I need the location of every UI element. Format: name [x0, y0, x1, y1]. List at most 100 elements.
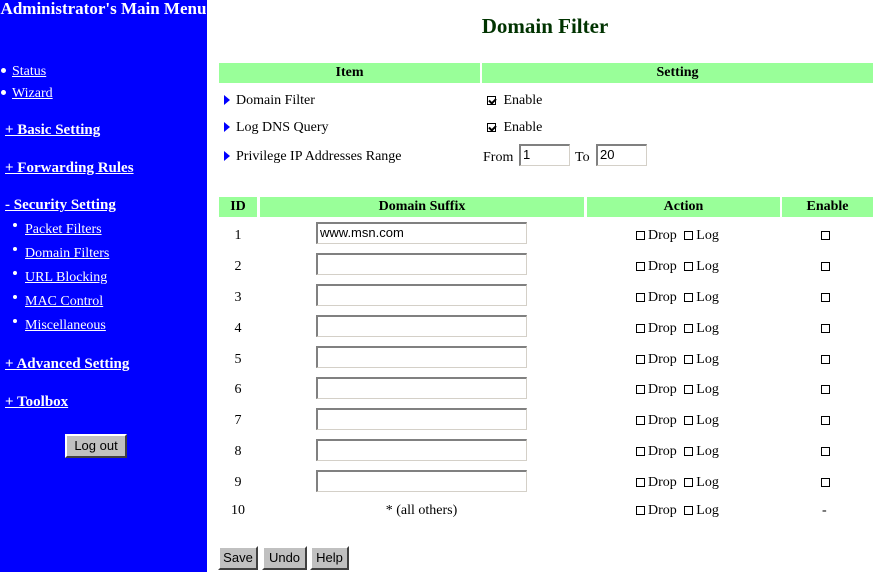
- domain-suffix-input-6[interactable]: [316, 377, 527, 399]
- table-header-domain-suffix: Domain Suffix: [260, 197, 584, 217]
- sidebar-item-mac-control[interactable]: MAC Control: [13, 293, 103, 311]
- domain-suffix-input-9[interactable]: [316, 470, 527, 492]
- enable-checkbox[interactable]: [821, 293, 830, 302]
- triangle-right-icon: [224, 95, 230, 105]
- enable-checkbox[interactable]: [821, 385, 830, 394]
- domain-suffix-input-4[interactable]: [316, 315, 527, 337]
- sidebar-section-security-setting[interactable]: - Security Setting: [5, 196, 116, 214]
- action-cell: Drop Log: [636, 381, 719, 399]
- enable-checkbox[interactable]: [821, 231, 830, 240]
- drop-checkbox[interactable]: [636, 355, 645, 364]
- log-checkbox[interactable]: [684, 506, 694, 515]
- domain-suffix-input-8[interactable]: [316, 439, 527, 461]
- domain-suffix-input-2[interactable]: [316, 253, 527, 275]
- log-checkbox[interactable]: [684, 231, 694, 240]
- table-header-enable: Enable: [782, 197, 873, 217]
- enable-cell: [821, 443, 830, 461]
- row-id: 2: [234, 259, 242, 274]
- enable-cell: [821, 227, 830, 245]
- drop-checkbox[interactable]: [636, 324, 645, 333]
- drop-checkbox[interactable]: [636, 447, 645, 456]
- sidebar-item-domain-filters[interactable]: Domain Filters: [13, 245, 109, 263]
- bullet-icon: [13, 246, 17, 251]
- drop-checkbox[interactable]: [636, 416, 645, 425]
- enable-checkbox[interactable]: [821, 416, 830, 425]
- domain-suffix-input-5[interactable]: [316, 346, 527, 368]
- sidebar-section-toolbox[interactable]: + Toolbox: [5, 393, 68, 411]
- log-dns-query-setting: Enable: [487, 119, 542, 137]
- enable-checkbox[interactable]: [821, 262, 830, 271]
- action-cell: Drop Log: [636, 320, 719, 338]
- bullet-icon: [1, 89, 6, 95]
- sidebar-item-miscellaneous[interactable]: Miscellaneous: [13, 317, 106, 335]
- drop-checkbox[interactable]: [636, 231, 645, 240]
- triangle-right-icon: [224, 122, 230, 132]
- action-cell: Drop Log: [636, 258, 719, 276]
- sidebar-section-advanced-setting[interactable]: + Advanced Setting: [5, 355, 129, 373]
- sidebar-section-basic-setting[interactable]: + Basic Setting: [5, 121, 100, 139]
- row-id: 5: [234, 352, 242, 367]
- enable-cell: [821, 320, 830, 338]
- domain-filter-label: Domain Filter: [224, 92, 315, 110]
- enable-cell: [821, 258, 830, 276]
- all-others-label: * (all others): [385, 503, 458, 518]
- log-checkbox[interactable]: [684, 293, 694, 302]
- drop-checkbox[interactable]: [636, 293, 645, 302]
- enable-checkbox[interactable]: [821, 447, 830, 456]
- row-id: 7: [234, 413, 242, 428]
- sidebar-item-packet-filters[interactable]: Packet Filters: [13, 221, 102, 239]
- action-cell: Drop Log: [636, 412, 719, 430]
- log-checkbox[interactable]: [684, 447, 694, 456]
- logout-button[interactable]: Log out: [65, 434, 127, 458]
- row-id: 8: [234, 444, 242, 459]
- settings-header-setting: Setting: [482, 63, 873, 83]
- row-id: 4: [234, 321, 242, 336]
- help-button[interactable]: Help: [310, 546, 349, 570]
- action-cell: Drop Log: [636, 474, 719, 492]
- enable-label: Enable: [503, 120, 543, 135]
- log-checkbox[interactable]: [684, 324, 694, 333]
- action-cell: Drop Log: [636, 443, 719, 461]
- settings-header-item: Item: [219, 63, 480, 83]
- log-checkbox[interactable]: [684, 416, 694, 425]
- sidebar-item-status[interactable]: Status: [0, 63, 46, 81]
- bullet-icon: [13, 270, 17, 275]
- sidebar: Administrator's Main Menu Status Wizard …: [0, 0, 207, 572]
- action-cell: Drop Log: [636, 502, 719, 520]
- drop-checkbox[interactable]: [636, 385, 645, 394]
- privilege-ip-label: Privilege IP Addresses Range: [224, 148, 402, 166]
- domain-suffix-input-7[interactable]: [316, 408, 527, 430]
- sidebar-item-wizard[interactable]: Wizard: [0, 85, 53, 103]
- drop-checkbox[interactable]: [636, 506, 645, 515]
- log-checkbox[interactable]: [684, 262, 694, 271]
- enable-placeholder: -: [822, 503, 827, 518]
- enable-checkbox[interactable]: [821, 478, 830, 487]
- privilege-to-input[interactable]: 20: [596, 144, 647, 166]
- privilege-from-input[interactable]: 1: [519, 144, 570, 166]
- domain-suffix-input-1[interactable]: www.msn.com: [316, 222, 527, 244]
- enable-checkbox[interactable]: [821, 324, 830, 333]
- triangle-right-icon: [224, 151, 230, 161]
- bullet-icon: [13, 318, 17, 323]
- log-checkbox[interactable]: [684, 478, 694, 487]
- row-id: 3: [234, 290, 242, 305]
- sidebar-item-url-blocking[interactable]: URL Blocking: [13, 269, 107, 287]
- row-id: 6: [234, 382, 242, 397]
- log-dns-query-enable-checkbox[interactable]: [487, 123, 496, 132]
- domain-filter-setting: Enable: [487, 92, 542, 110]
- log-checkbox[interactable]: [684, 355, 694, 364]
- drop-checkbox[interactable]: [636, 478, 645, 487]
- log-checkbox[interactable]: [684, 385, 694, 394]
- sidebar-section-forwarding-rules[interactable]: + Forwarding Rules: [5, 159, 134, 177]
- domain-filter-enable-checkbox[interactable]: [487, 96, 496, 105]
- enable-cell: [821, 474, 830, 492]
- save-button[interactable]: Save: [218, 546, 258, 570]
- row-id: 10: [231, 503, 245, 518]
- enable-label: Enable: [503, 93, 543, 108]
- undo-button[interactable]: Undo: [262, 546, 307, 570]
- drop-checkbox[interactable]: [636, 262, 645, 271]
- enable-checkbox[interactable]: [821, 355, 830, 364]
- enable-cell: [821, 351, 830, 369]
- domain-suffix-input-3[interactable]: [316, 284, 527, 306]
- enable-cell: [821, 412, 830, 430]
